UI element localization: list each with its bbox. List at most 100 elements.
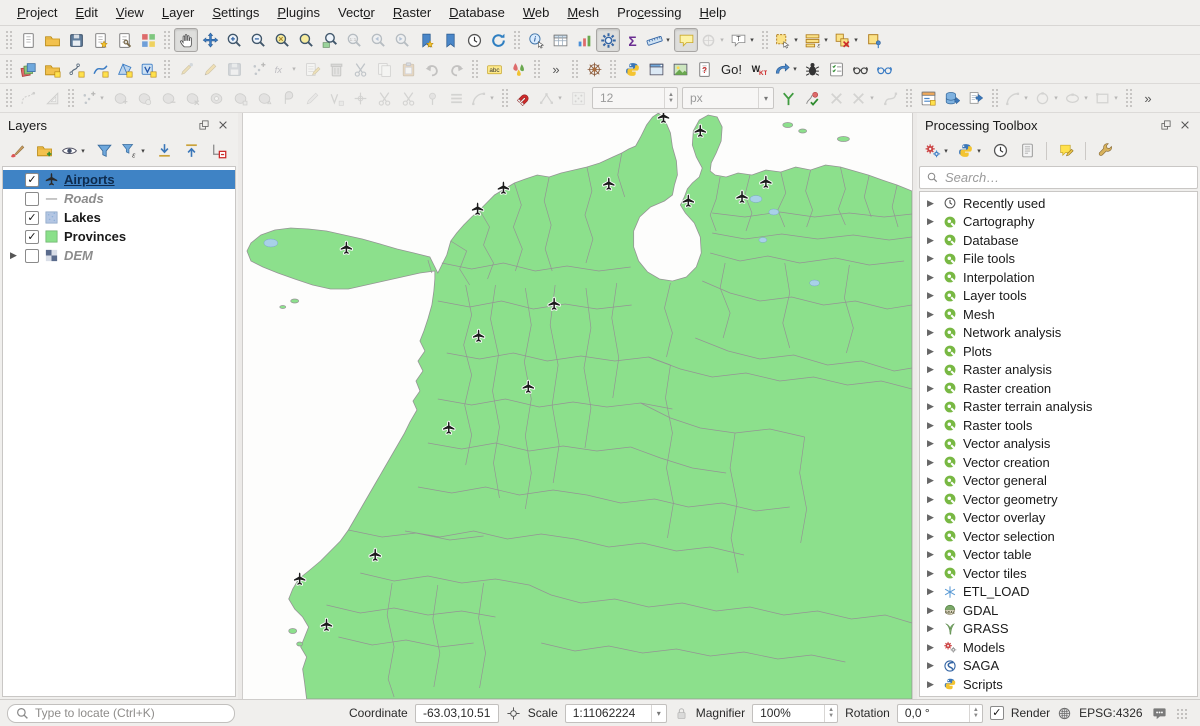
add-vector-layer-button[interactable] (40, 57, 64, 81)
expander-icon[interactable]: ▶ (927, 475, 937, 486)
expander-icon[interactable]: ▶ (927, 457, 937, 468)
map-canvas[interactable] (242, 113, 913, 699)
expander-icon[interactable]: ▶ (927, 494, 937, 505)
open-project-button[interactable] (40, 28, 64, 52)
menu-mesh[interactable]: Mesh (558, 2, 608, 23)
processing-toolbox-toggle-button[interactable] (596, 28, 620, 52)
models-menu-button[interactable]: ▾ (922, 139, 952, 163)
add-group-button[interactable] (32, 139, 56, 163)
toolbox-group-vector-geometry[interactable]: ▶Vector geometry (920, 490, 1197, 509)
expander-icon[interactable]: ▶ (927, 235, 937, 246)
expander-icon[interactable]: ▶ (927, 272, 937, 283)
float-panel-icon[interactable] (1159, 118, 1173, 132)
expander-icon[interactable]: ▶ (927, 568, 937, 579)
toolbox-group-interpolation[interactable]: ▶Interpolation (920, 268, 1197, 287)
new-virtual-layer-button[interactable] (136, 57, 160, 81)
zoom-to-layer-button[interactable] (318, 28, 342, 52)
edit-features-in-place-button[interactable] (1054, 139, 1078, 163)
style-manager-button[interactable] (136, 28, 160, 52)
expander-icon[interactable]: ▶ (927, 401, 937, 412)
processing-history-button[interactable] (988, 139, 1012, 163)
expander-icon[interactable]: ▶ (927, 531, 937, 542)
toolbox-group-vector-selection[interactable]: ▶Vector selection (920, 527, 1197, 546)
deselect-features-button[interactable]: ▾ (832, 28, 862, 52)
layout-manager-button[interactable] (112, 28, 136, 52)
expander-icon[interactable]: ▶ (927, 364, 937, 375)
expander-icon[interactable]: ▶ (927, 198, 937, 209)
render-checkbox[interactable]: ✓ (990, 706, 1004, 720)
wkt-plugin-button[interactable]: WKT (747, 57, 771, 81)
chevron-down-icon[interactable]: ▾ (651, 705, 666, 722)
toolbox-group-recently-used[interactable]: ▶Recently used (920, 194, 1197, 213)
text-annotation-button[interactable]: T▾ (728, 28, 758, 52)
toolbox-group-database[interactable]: ▶Database (920, 231, 1197, 250)
refresh-map-button[interactable] (486, 28, 510, 52)
layer-item-dem[interactable]: ▶DEM (3, 246, 235, 265)
new-print-layout-button[interactable] (88, 28, 112, 52)
show-statistics-button[interactable]: Σ (620, 28, 644, 52)
measure-line-button[interactable]: ▾ (644, 28, 674, 52)
toolbox-group-mesh[interactable]: ▶Mesh (920, 305, 1197, 324)
toolbar-overflow-button[interactable]: » (544, 57, 568, 81)
menu-settings[interactable]: Settings (203, 2, 268, 23)
toolbox-group-vector-general[interactable]: ▶Vector general (920, 472, 1197, 491)
scripts-menu-button[interactable]: ▾ (955, 139, 985, 163)
scale-combo[interactable]: 1:11062224 ▾ (565, 704, 667, 723)
new-mesh-layer-button[interactable] (112, 57, 136, 81)
crs-status[interactable]: EPSG:4326 (1079, 706, 1142, 720)
show-spatial-bookmarks-button[interactable] (438, 28, 462, 52)
expander-icon[interactable]: ▶ (927, 512, 937, 523)
expander-icon[interactable]: ▶ (927, 438, 937, 449)
locator-input[interactable] (35, 706, 227, 720)
menu-database[interactable]: Database (440, 2, 514, 23)
new-geopackage-layer-button[interactable] (88, 57, 112, 81)
zoom-in-button[interactable] (222, 28, 246, 52)
save-project-button[interactable] (64, 28, 88, 52)
menu-web[interactable]: Web (514, 2, 559, 23)
pan-to-selection-button[interactable] (198, 28, 222, 52)
toolbar-overflow-2-button[interactable]: » (1136, 86, 1160, 110)
layer-visibility-checkbox[interactable] (25, 249, 39, 263)
menu-vector[interactable]: Vector (329, 2, 384, 23)
labeling-toolbar-button[interactable]: abc (482, 57, 506, 81)
toolbox-group-cartography[interactable]: ▶Cartography (920, 213, 1197, 232)
plugin-window-button[interactable] (644, 57, 668, 81)
expand-all-button[interactable] (152, 139, 176, 163)
spinner-arrows-icon[interactable]: ▲▼ (824, 705, 837, 722)
magnifier-spinbox[interactable]: 100% ▲▼ (752, 704, 838, 723)
spinner-arrows-icon[interactable]: ▲▼ (969, 705, 982, 722)
manage-plugins-button[interactable] (582, 57, 606, 81)
expander-icon[interactable]: ▶ (927, 309, 937, 320)
new-spatial-bookmark-button[interactable] (414, 28, 438, 52)
toolbox-group-network-analysis[interactable]: ▶Network analysis (920, 324, 1197, 343)
toolbox-group-vector-tiles[interactable]: ▶Vector tiles (920, 564, 1197, 583)
layer-item-provinces[interactable]: ✓Provinces (3, 227, 235, 246)
layer-item-roads[interactable]: Roads (3, 189, 235, 208)
new-project-button[interactable] (16, 28, 40, 52)
expander-icon[interactable]: ▶ (927, 549, 937, 560)
toolbox-group-vector-analysis[interactable]: ▶Vector analysis (920, 435, 1197, 454)
collapse-all-button[interactable] (179, 139, 203, 163)
expander-icon[interactable]: ▶ (927, 660, 937, 671)
toolbox-group-vector-creation[interactable]: ▶Vector creation (920, 453, 1197, 472)
remove-layer-button[interactable] (206, 139, 230, 163)
toolbox-group-layer-tools[interactable]: ▶Layer tools (920, 287, 1197, 306)
filter-legend-button[interactable] (92, 139, 116, 163)
synchronize-db-button[interactable] (964, 86, 988, 110)
rotation-spinbox[interactable]: 0,0 ° ▲▼ (897, 704, 983, 723)
checklist-plugin-button[interactable] (825, 57, 849, 81)
crs-globe-icon[interactable] (1057, 706, 1072, 721)
log-messages-button[interactable]: ? (692, 57, 716, 81)
qgis2web-plugin-button[interactable] (668, 57, 692, 81)
layer-visibility-checkbox[interactable]: ✓ (25, 230, 39, 244)
layer-item-airports[interactable]: ✓Airports (3, 170, 235, 189)
close-panel-icon[interactable] (1178, 118, 1192, 132)
filter-by-expression-button[interactable]: ε▾ (119, 139, 149, 163)
go-button-button[interactable]: Go! (716, 57, 747, 81)
check-geometries-button[interactable] (800, 86, 824, 110)
expander-icon[interactable]: ▶ (927, 383, 937, 394)
new-shapefile-layer-button[interactable] (64, 57, 88, 81)
extents-toggle-icon[interactable] (506, 706, 521, 721)
reader-plugin-button[interactable] (849, 57, 873, 81)
zoom-to-selection-button[interactable] (294, 28, 318, 52)
